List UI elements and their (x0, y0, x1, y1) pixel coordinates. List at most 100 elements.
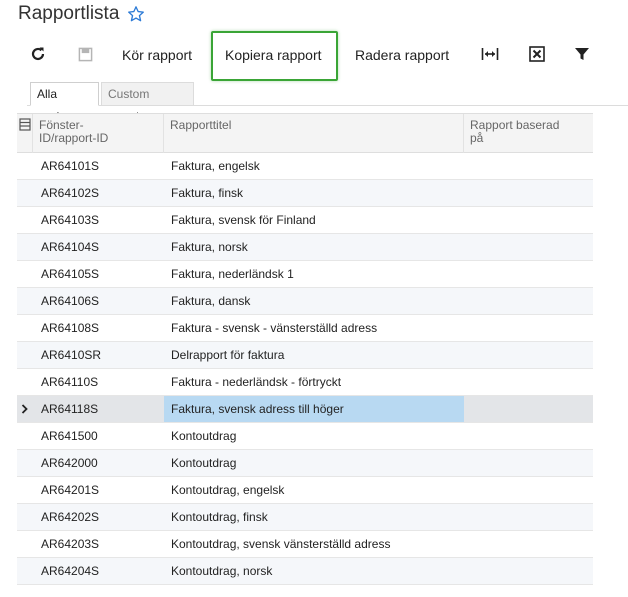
report-id-cell[interactable]: AR64118S (33, 396, 164, 422)
copy-report-button[interactable]: Kopiera rapport (225, 44, 322, 66)
row-selector[interactable] (17, 261, 33, 287)
row-selector[interactable] (17, 450, 33, 476)
report-id-cell[interactable]: AR64203S (33, 531, 164, 557)
column-chooser-icon[interactable] (17, 114, 33, 153)
based-on-cell[interactable] (464, 207, 593, 233)
save-icon[interactable] (75, 44, 95, 64)
report-id-cell[interactable]: AR6410SR (33, 342, 164, 368)
table-row[interactable]: AR64201S Kontoutdrag, engelsk (17, 477, 593, 504)
report-id-cell[interactable]: AR64108S (33, 315, 164, 341)
based-on-cell[interactable] (464, 153, 593, 179)
run-report-button[interactable]: Kör rapport (122, 44, 192, 66)
row-selector[interactable] (17, 315, 33, 341)
based-on-cell[interactable] (464, 504, 593, 530)
column-header-based-on-line1: Rapport baserad (470, 118, 560, 132)
table-row[interactable]: AR64118S Faktura, svensk adress till höge… (17, 396, 593, 423)
row-selector[interactable] (17, 234, 33, 260)
report-id-cell[interactable]: AR64105S (33, 261, 164, 287)
star-icon[interactable] (127, 5, 145, 23)
report-title-cell[interactable]: Kontoutdrag (164, 450, 464, 476)
based-on-cell[interactable] (464, 288, 593, 314)
report-id-cell[interactable]: AR64110S (33, 369, 164, 395)
report-id-cell[interactable]: AR641500 (33, 423, 164, 449)
grid-body: AR64101S Faktura, engelsk AR64102S Faktura,… (17, 153, 593, 585)
based-on-cell[interactable] (464, 477, 593, 503)
row-selector[interactable] (17, 477, 33, 503)
report-title-cell[interactable]: Faktura, finsk (164, 180, 464, 206)
current-row-indicator-icon[interactable] (17, 396, 33, 422)
table-row[interactable]: AR64204S Kontoutdrag, norsk (17, 558, 593, 585)
report-id-cell[interactable]: AR64104S (33, 234, 164, 260)
row-selector[interactable] (17, 531, 33, 557)
report-title-cell[interactable]: Kontoutdrag, norsk (164, 558, 464, 584)
fit-to-screen-icon[interactable] (480, 44, 500, 64)
report-title-cell[interactable]: Faktura, svensk för Finland (164, 207, 464, 233)
table-row[interactable]: AR641500 Kontoutdrag (17, 423, 593, 450)
table-row[interactable]: AR642000 Kontoutdrag (17, 450, 593, 477)
table-row[interactable]: AR64203S Kontoutdrag, svensk vänsterställ… (17, 531, 593, 558)
report-id-cell[interactable]: AR64106S (33, 288, 164, 314)
report-id-cell[interactable]: AR642000 (33, 450, 164, 476)
row-selector[interactable] (17, 423, 33, 449)
report-title-cell[interactable]: Kontoutdrag, svensk vänsterställd adress (164, 531, 464, 557)
based-on-cell[interactable] (464, 315, 593, 341)
report-title-cell[interactable]: Delrapport för faktura (164, 342, 464, 368)
page-title: Rapportlista (18, 3, 120, 24)
column-header-report-title[interactable]: Rapporttitel (164, 114, 464, 153)
grid-header: Fönster- ID/rapport-ID Rapporttitel Rapp… (17, 113, 593, 153)
table-row[interactable]: AR64106S Faktura, dansk (17, 288, 593, 315)
report-id-cell[interactable]: AR64103S (33, 207, 164, 233)
row-selector[interactable] (17, 153, 33, 179)
based-on-cell[interactable] (464, 234, 593, 260)
report-title-cell[interactable]: Faktura, nederländsk 1 (164, 261, 464, 287)
row-selector[interactable] (17, 558, 33, 584)
refresh-icon[interactable] (28, 44, 48, 64)
based-on-cell[interactable] (464, 369, 593, 395)
report-title-cell[interactable]: Faktura, engelsk (164, 153, 464, 179)
table-row[interactable]: AR64105S Faktura, nederländsk 1 (17, 261, 593, 288)
based-on-cell[interactable] (464, 558, 593, 584)
report-title-cell[interactable]: Faktura - nederländsk - förtryckt (164, 369, 464, 395)
row-selector[interactable] (17, 180, 33, 206)
based-on-cell[interactable] (464, 396, 593, 422)
row-selector[interactable] (17, 207, 33, 233)
row-selector[interactable] (17, 288, 33, 314)
column-header-report-id[interactable]: Fönster- ID/rapport-ID (33, 114, 164, 153)
table-row[interactable]: AR64101S Faktura, engelsk (17, 153, 593, 180)
table-row[interactable]: AR64202S Kontoutdrag, finsk (17, 504, 593, 531)
excel-export-icon[interactable] (527, 44, 547, 64)
table-row[interactable]: AR6410SR Delrapport för faktura (17, 342, 593, 369)
table-row[interactable]: AR64108S Faktura - svensk - vänsterställd… (17, 315, 593, 342)
report-title-cell[interactable]: Kontoutdrag, finsk (164, 504, 464, 530)
row-selector[interactable] (17, 369, 33, 395)
column-header-based-on-line2: på (470, 131, 484, 145)
delete-report-button[interactable]: Radera rapport (355, 44, 449, 66)
row-selector[interactable] (17, 342, 33, 368)
report-id-cell[interactable]: AR64202S (33, 504, 164, 530)
report-title-cell[interactable]: Faktura - svensk - vänsterställd adress (164, 315, 464, 341)
based-on-cell[interactable] (464, 180, 593, 206)
report-title-cell[interactable]: Faktura, svensk adress till höger (164, 396, 464, 422)
table-row[interactable]: AR64102S Faktura, finsk (17, 180, 593, 207)
report-title-cell[interactable]: Kontoutdrag, engelsk (164, 477, 464, 503)
table-row[interactable]: AR64110S Faktura - nederländsk - förtryck… (17, 369, 593, 396)
report-id-cell[interactable]: AR64201S (33, 477, 164, 503)
column-header-based-on[interactable]: Rapport baserad på (464, 114, 593, 153)
filter-icon[interactable] (572, 44, 592, 64)
based-on-cell[interactable] (464, 531, 593, 557)
based-on-cell[interactable] (464, 342, 593, 368)
row-selector[interactable] (17, 504, 33, 530)
based-on-cell[interactable] (464, 423, 593, 449)
table-row[interactable]: AR64103S Faktura, svensk för Finland (17, 207, 593, 234)
report-title-cell[interactable]: Kontoutdrag (164, 423, 464, 449)
report-id-cell[interactable]: AR64204S (33, 558, 164, 584)
based-on-cell[interactable] (464, 450, 593, 476)
based-on-cell[interactable] (464, 261, 593, 287)
report-id-cell[interactable]: AR64101S (33, 153, 164, 179)
report-title-cell[interactable]: Faktura, dansk (164, 288, 464, 314)
tab-custom-reports[interactable]: Custom reports (101, 82, 194, 123)
report-title-cell[interactable]: Faktura, norsk (164, 234, 464, 260)
table-row[interactable]: AR64104S Faktura, norsk (17, 234, 593, 261)
report-id-cell[interactable]: AR64102S (33, 180, 164, 206)
tab-all-records[interactable]: Alla poster (30, 82, 99, 123)
